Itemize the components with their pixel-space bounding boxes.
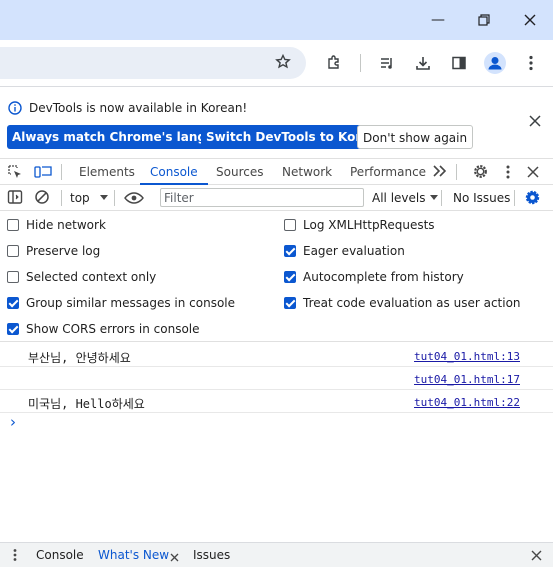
console-message-text: 부산님, 안녕하세요	[28, 351, 131, 365]
tab-console[interactable]: Console	[140, 159, 208, 185]
prompt-chevron-icon: ›	[10, 413, 16, 431]
setting-show-cors-errors[interactable]: Show CORS errors in console	[7, 321, 200, 337]
console-message-text: 미국님, Hello하세요	[28, 397, 145, 411]
extensions-icon[interactable]	[321, 50, 347, 76]
dont-show-again-button[interactable]: Don't show again	[357, 125, 474, 149]
infobar-message: DevTools is now available in Korean!	[29, 101, 248, 115]
devtools-menu-icon[interactable]	[506, 164, 510, 180]
bottom-drawer-tab-bar: Console What's New Issues	[0, 542, 553, 567]
bookmark-star-icon[interactable]	[270, 49, 296, 75]
console-prompt[interactable]: ›	[10, 413, 540, 435]
tab-network[interactable]: Network	[282, 159, 332, 185]
log-levels-dropdown[interactable]: All levels	[372, 191, 439, 205]
setting-preserve-log[interactable]: Preserve log	[7, 243, 100, 259]
chevron-down-icon	[430, 195, 439, 200]
drawer-menu-icon[interactable]	[13, 548, 17, 562]
setting-hide-network[interactable]: Hide network	[7, 217, 106, 233]
filter-input[interactable]	[160, 188, 364, 207]
show-sidebar-icon[interactable]	[7, 189, 23, 205]
group-similar-checkbox[interactable]	[7, 297, 19, 309]
toolbar-divider	[441, 190, 442, 206]
toolbar-divider	[514, 190, 515, 206]
drawer-tab-issues[interactable]: Issues	[193, 548, 230, 562]
devtools-tab-bar: Elements Console Sources Network Perform…	[0, 158, 553, 185]
drawer-tab-whats-new[interactable]: What's New	[98, 548, 169, 562]
minimize-icon[interactable]: —	[426, 8, 450, 32]
more-tabs-icon[interactable]	[431, 163, 447, 179]
hide-network-checkbox[interactable]	[7, 219, 19, 231]
setting-selected-context-only[interactable]: Selected context only	[7, 269, 156, 285]
download-icon[interactable]	[410, 50, 436, 76]
restore-icon[interactable]	[472, 8, 496, 32]
setting-group-similar[interactable]: Group similar messages in console	[7, 295, 235, 311]
inspect-element-icon[interactable]	[7, 164, 23, 180]
console-settings-panel: Hide network Preserve log Selected conte…	[0, 211, 553, 342]
setting-autocomplete-from-history[interactable]: Autocomplete from history	[284, 269, 464, 285]
console-message-source-link[interactable]: tut04_01.html:13	[414, 350, 520, 363]
chevron-down-icon	[99, 195, 108, 200]
toolbar-divider	[114, 190, 115, 206]
address-bar[interactable]	[0, 47, 306, 79]
drawer-tab-console[interactable]: Console	[36, 548, 84, 562]
console-message: 부산님, 안녕하세요 tut04_01.html:13	[0, 344, 553, 367]
issues-counter[interactable]: No Issues	[453, 191, 510, 205]
log-levels-label: All levels	[372, 191, 426, 205]
setting-eager-evaluation[interactable]: Eager evaluation	[284, 243, 405, 259]
console-message-source-link[interactable]: tut04_01.html:17	[414, 373, 520, 386]
tab-sources[interactable]: Sources	[216, 159, 263, 185]
tab-divider	[456, 164, 457, 180]
console-message: tut04_01.html:17	[0, 367, 553, 390]
selected-context-only-checkbox[interactable]	[7, 271, 19, 283]
console-settings-gear-icon[interactable]	[524, 189, 541, 206]
console-output: 부산님, 안녕하세요 tut04_01.html:13 tut04_01.htm…	[0, 342, 553, 542]
tab-elements[interactable]: Elements	[79, 159, 135, 185]
eager-evaluation-checkbox[interactable]	[284, 245, 296, 257]
context-selector-label: top	[70, 191, 90, 205]
close-whats-new-icon[interactable]	[170, 551, 179, 562]
browser-toolbar	[0, 40, 553, 87]
log-xmlhttprequests-checkbox[interactable]	[284, 219, 296, 231]
treat-code-evaluation-checkbox[interactable]	[284, 297, 296, 309]
toolbar-divider	[61, 190, 62, 206]
side-panel-icon[interactable]	[446, 50, 472, 76]
devtools-settings-gear-icon[interactable]	[472, 163, 489, 180]
console-message-source-link[interactable]: tut04_01.html:22	[414, 396, 520, 409]
console-message: 미국님, Hello하세요 tut04_01.html:22	[0, 390, 553, 413]
setting-treat-code-evaluation[interactable]: Treat code evaluation as user action	[284, 295, 521, 311]
preserve-log-checkbox[interactable]	[7, 245, 19, 257]
browser-menu-icon[interactable]	[518, 50, 544, 76]
autocomplete-from-history-checkbox[interactable]	[284, 271, 296, 283]
reading-list-icon[interactable]	[374, 50, 400, 76]
browser-title-bar: —	[0, 0, 553, 40]
show-cors-errors-checkbox[interactable]	[7, 323, 19, 335]
info-icon	[8, 101, 22, 115]
tab-divider	[61, 164, 62, 180]
close-devtools-icon[interactable]	[527, 166, 539, 178]
toolbar-divider	[360, 54, 361, 72]
language-infobar: DevTools is now available in Korean! Alw…	[0, 88, 553, 158]
tab-performance[interactable]: Performance	[350, 159, 426, 185]
clear-console-icon[interactable]	[34, 189, 50, 205]
setting-log-xmlhttprequests[interactable]: Log XMLHttpRequests	[284, 217, 435, 233]
live-expression-eye-icon[interactable]	[124, 190, 144, 206]
close-window-icon[interactable]	[518, 8, 542, 32]
close-infobar-icon[interactable]	[529, 115, 543, 129]
profile-avatar-icon[interactable]	[484, 52, 506, 74]
device-toolbar-icon[interactable]	[34, 164, 52, 180]
close-drawer-icon[interactable]	[531, 550, 542, 561]
context-selector[interactable]: top	[70, 191, 108, 205]
console-filter-bar: top All levels No Issues	[0, 185, 553, 211]
